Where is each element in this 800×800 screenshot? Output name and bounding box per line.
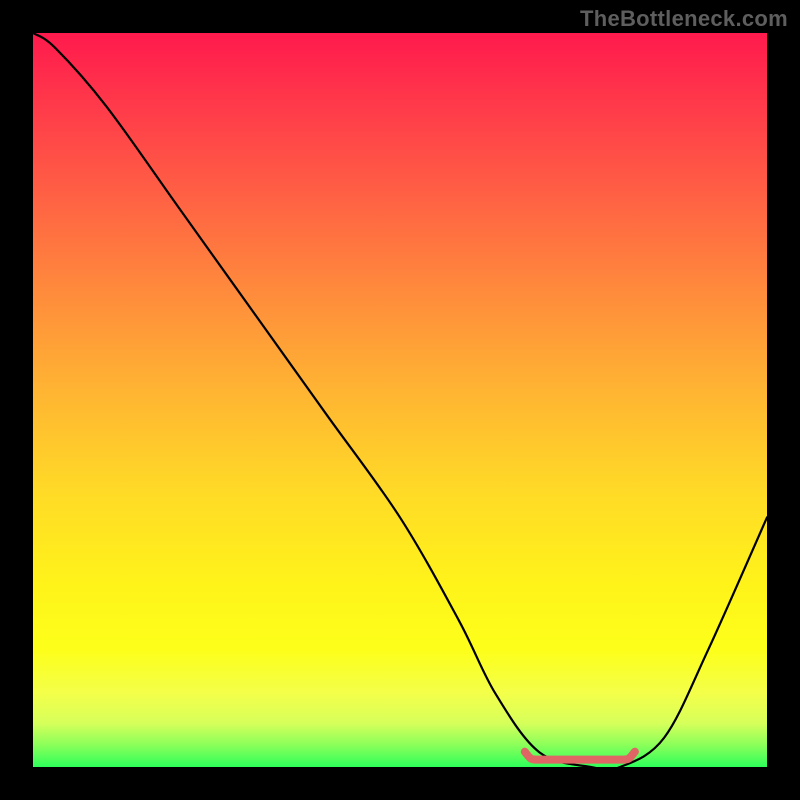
brand-watermark: TheBottleneck.com bbox=[580, 6, 788, 32]
gradient-plot-area bbox=[33, 33, 767, 767]
bottleneck-curve bbox=[33, 33, 767, 767]
chart-frame: TheBottleneck.com bbox=[0, 0, 800, 800]
bottleneck-curve-svg bbox=[33, 33, 767, 767]
